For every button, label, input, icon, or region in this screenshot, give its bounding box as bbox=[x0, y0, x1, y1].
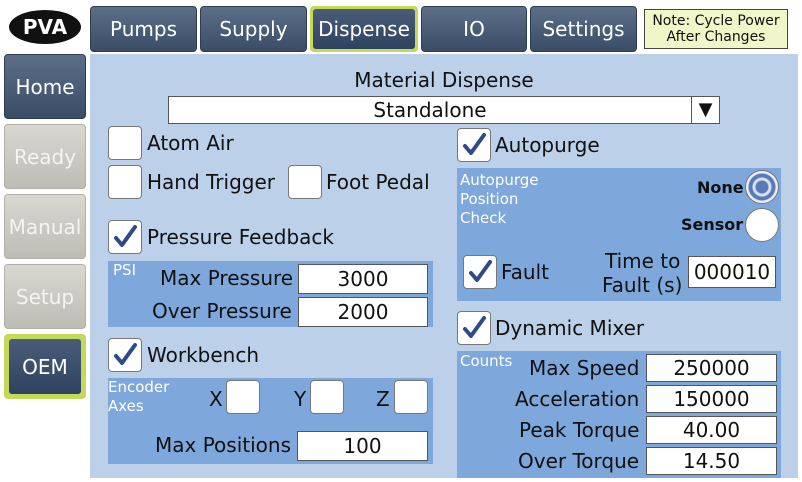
workbench-label: Workbench bbox=[147, 343, 259, 367]
none-label: None bbox=[697, 178, 744, 197]
tab-pumps-label: Pumps bbox=[110, 17, 177, 41]
tab-settings[interactable]: Settings bbox=[530, 6, 637, 52]
z-axis-checkbox[interactable] bbox=[394, 380, 428, 414]
sidebar-oem-label: OEM bbox=[22, 354, 68, 379]
tab-supply-label: Supply bbox=[219, 17, 288, 41]
encoder-group: Encoder Axes X Y Z Max Positions 100 bbox=[108, 378, 433, 464]
sidebar-manual-label: Manual bbox=[8, 214, 82, 239]
cycle-power-note: Note: Cycle Power After Changes bbox=[644, 9, 788, 49]
max-speed-field[interactable]: 250000 bbox=[646, 354, 777, 382]
atom-air-label: Atom Air bbox=[147, 131, 234, 155]
sidebar-setup-button[interactable]: Setup bbox=[4, 264, 86, 329]
tab-dispense-label: Dispense bbox=[318, 17, 410, 41]
checkmark-icon bbox=[463, 133, 486, 155]
logo-text: PVA bbox=[23, 15, 68, 39]
checkmark-icon bbox=[114, 343, 137, 365]
autopurge-group: Autopurge Position Check None Sensor Fau… bbox=[457, 168, 781, 301]
encoder-caption-1: Encoder bbox=[108, 378, 170, 396]
fault-checkbox[interactable] bbox=[463, 255, 497, 289]
counts-caption: Counts bbox=[460, 352, 513, 370]
peak-torque-label: Peak Torque bbox=[519, 418, 640, 442]
sidebar-setup-label: Setup bbox=[15, 284, 75, 309]
encoder-caption-2: Axes bbox=[108, 397, 144, 415]
material-dispense-value: Standalone bbox=[373, 98, 487, 122]
checkmark-icon bbox=[114, 225, 137, 247]
none-radio-icon[interactable] bbox=[745, 170, 779, 204]
acceleration-label: Acceleration bbox=[515, 387, 640, 411]
tab-pumps[interactable]: Pumps bbox=[90, 6, 197, 52]
over-torque-label: Over Torque bbox=[518, 449, 640, 473]
max-positions-label: Max Positions bbox=[155, 433, 291, 457]
max-speed-label: Max Speed bbox=[529, 356, 640, 380]
dispense-panel: Material Dispense Standalone ▼ Atom Air … bbox=[90, 54, 798, 478]
sensor-label: Sensor bbox=[681, 215, 744, 234]
foot-pedal-label: Foot Pedal bbox=[326, 170, 430, 194]
dropdown-arrow-icon[interactable]: ▼ bbox=[691, 97, 719, 123]
tab-io-label: IO bbox=[463, 17, 485, 41]
tab-dispense[interactable]: Dispense bbox=[310, 6, 418, 52]
over-pressure-field[interactable]: 2000 bbox=[298, 297, 428, 327]
sidebar-ready-button[interactable]: Ready bbox=[4, 124, 86, 189]
autopurge-label: Autopurge bbox=[495, 133, 600, 157]
time-to-fault-field[interactable]: 000010 bbox=[688, 256, 776, 288]
atom-air-checkbox[interactable] bbox=[108, 126, 142, 160]
autopurge-caption-2: Position bbox=[460, 190, 519, 208]
pressure-group: PSI Max Pressure 3000 Over Pressure 2000 bbox=[108, 261, 433, 327]
acceleration-field[interactable]: 150000 bbox=[646, 385, 777, 413]
mixer-group: Counts Max Speed 250000 Acceleration 150… bbox=[457, 351, 781, 478]
peak-torque-field[interactable]: 40.00 bbox=[646, 416, 777, 444]
time-to-fault-label-2: Fault (s) bbox=[602, 273, 683, 297]
sidebar-ready-label: Ready bbox=[13, 144, 77, 169]
max-positions-field[interactable]: 100 bbox=[297, 431, 428, 461]
dynamic-mixer-checkbox[interactable] bbox=[457, 311, 491, 345]
autopurge-checkbox[interactable] bbox=[457, 128, 491, 162]
sensor-radio-icon[interactable] bbox=[745, 208, 779, 242]
x-axis-label: X bbox=[209, 387, 223, 411]
sidebar-manual-button[interactable]: Manual bbox=[4, 194, 86, 259]
over-torque-field[interactable]: 14.50 bbox=[646, 447, 777, 475]
autopurge-caption-3: Check bbox=[460, 209, 507, 227]
pva-logo: PVA bbox=[9, 10, 81, 44]
hand-trigger-label: Hand Trigger bbox=[147, 170, 275, 194]
max-pressure-field[interactable]: 3000 bbox=[298, 264, 428, 294]
sidebar-oem-button[interactable]: OEM bbox=[4, 334, 86, 399]
sidebar-home-button[interactable]: Home bbox=[4, 54, 86, 119]
note-line-1: Note: Cycle Power bbox=[652, 13, 780, 29]
autopurge-caption-1: Autopurge bbox=[460, 171, 539, 189]
tab-supply[interactable]: Supply bbox=[200, 6, 307, 52]
x-axis-checkbox[interactable] bbox=[226, 380, 260, 414]
pressure-feedback-checkbox[interactable] bbox=[108, 220, 142, 254]
y-axis-checkbox[interactable] bbox=[310, 380, 344, 414]
material-dispense-select[interactable]: Standalone ▼ bbox=[168, 96, 720, 124]
tab-io[interactable]: IO bbox=[421, 6, 527, 52]
pressure-feedback-label: Pressure Feedback bbox=[147, 225, 335, 249]
time-to-fault-label-1: Time to bbox=[605, 249, 681, 273]
checkmark-icon bbox=[463, 316, 486, 338]
tab-settings-label: Settings bbox=[542, 17, 625, 41]
dynamic-mixer-label: Dynamic Mixer bbox=[495, 316, 645, 340]
z-axis-label: Z bbox=[376, 387, 390, 411]
psi-caption: PSI bbox=[113, 261, 136, 279]
y-axis-label: Y bbox=[294, 387, 307, 411]
hand-trigger-checkbox[interactable] bbox=[108, 165, 142, 199]
page-title: Material Dispense bbox=[354, 68, 534, 92]
note-line-2: After Changes bbox=[666, 29, 766, 45]
checkmark-icon bbox=[469, 260, 492, 282]
sidebar-home-label: Home bbox=[15, 74, 75, 99]
fault-label: Fault bbox=[501, 260, 549, 284]
over-pressure-label: Over Pressure bbox=[152, 299, 292, 323]
foot-pedal-checkbox[interactable] bbox=[288, 165, 322, 199]
workbench-checkbox[interactable] bbox=[108, 338, 142, 372]
max-pressure-label: Max Pressure bbox=[160, 266, 294, 290]
